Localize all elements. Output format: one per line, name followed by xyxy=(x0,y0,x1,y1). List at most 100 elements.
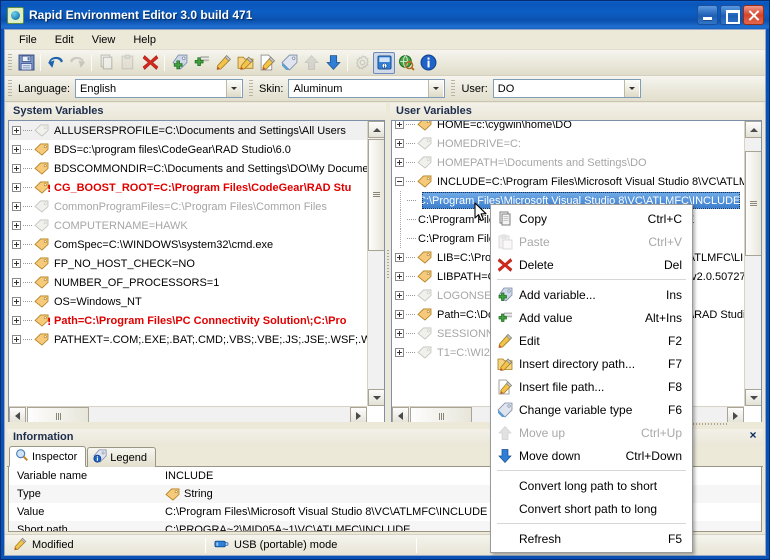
expand-icon[interactable] xyxy=(12,240,21,249)
add-value-button[interactable] xyxy=(190,52,212,74)
toggle-info-panel-button[interactable] xyxy=(373,51,395,74)
chevron-down-icon[interactable] xyxy=(623,80,639,97)
menu-help[interactable]: Help xyxy=(124,31,165,49)
table-row[interactable]: BDS=c:\program files\CodeGear\RAD Studio… xyxy=(9,140,367,159)
menu-view[interactable]: View xyxy=(83,31,125,49)
scroll-up-button[interactable] xyxy=(745,121,761,138)
change-variable-type-button[interactable] xyxy=(278,52,300,74)
move-down-button[interactable] xyxy=(322,52,344,74)
website-button[interactable] xyxy=(395,52,417,74)
table-row[interactable]: OS=Windows_NT xyxy=(9,292,367,311)
expand-icon[interactable] xyxy=(12,145,21,154)
selector-toolbar-grip[interactable] xyxy=(8,79,12,98)
expand-icon[interactable] xyxy=(12,183,21,192)
expand-icon[interactable] xyxy=(12,278,21,287)
close-icon[interactable]: × xyxy=(746,429,760,443)
expand-icon[interactable] xyxy=(395,348,404,357)
minimize-button[interactable] xyxy=(697,5,718,25)
expand-icon[interactable] xyxy=(395,329,404,338)
expand-icon[interactable] xyxy=(12,335,21,344)
language-combo[interactable]: English xyxy=(75,79,243,98)
insert-directory-path-button[interactable] xyxy=(234,52,256,74)
context-menu-item-insert-directory-path[interactable]: Insert directory path... F7 xyxy=(491,352,692,375)
title-bar[interactable]: Rapid Environment Editor 3.0 build 471 xyxy=(1,1,769,29)
context-menu-item-change-variable-type[interactable]: Change variable type F6 xyxy=(491,398,692,421)
table-row[interactable]: INCLUDE=C:\Program Files\Microsoft Visua… xyxy=(392,172,744,191)
table-row[interactable]: PATHEXT=.COM;.EXE;.BAT;.CMD;.VBS;.VBE;.J… xyxy=(9,330,367,349)
chevron-down-icon[interactable] xyxy=(428,80,444,97)
tag-orange-icon xyxy=(34,276,50,290)
tab-inspector[interactable]: Inspector xyxy=(9,446,87,467)
context-menu-item-refresh[interactable]: Refresh F5 xyxy=(491,527,692,550)
expand-icon[interactable] xyxy=(12,221,21,230)
context-menu-item-move-down[interactable]: Move down Ctrl+Down xyxy=(491,444,692,467)
context-menu[interactable]: Copy Ctrl+C Paste Ctrl+V Delete Del Add variab… xyxy=(490,204,693,553)
table-row[interactable]: ComSpec=C:\WINDOWS\system32\cmd.exe xyxy=(9,235,367,254)
add-variable-button[interactable] xyxy=(168,52,190,74)
information-value-text: C:\Program Files\Microsoft Visual Studio… xyxy=(165,506,488,518)
table-row[interactable]: BDSCOMMONDIR=C:\Documents and Settings\D… xyxy=(9,159,367,178)
table-row[interactable]: ALLUSERSPROFILE=C:\Documents and Setting… xyxy=(9,121,367,140)
scroll-down-button[interactable] xyxy=(745,389,761,406)
table-row[interactable]: HOME=c:\cygwin\home\DO xyxy=(392,121,744,134)
table-row[interactable]: Path=C:\Program Files\PC Connectivity So… xyxy=(9,311,367,330)
vscroll-thumb[interactable] xyxy=(368,139,384,251)
context-menu-item-convert-short-path-to-long[interactable]: Convert short path to long xyxy=(491,497,692,520)
context-menu-item-add-value[interactable]: Add value Alt+Ins xyxy=(491,306,692,329)
context-menu-item-convert-long-path-to-short[interactable]: Convert long path to short xyxy=(491,474,692,497)
context-menu-item-edit[interactable]: Edit F2 xyxy=(491,329,692,352)
expand-icon[interactable] xyxy=(395,272,404,281)
table-row[interactable]: CommonProgramFiles=C:\Program Files\Comm… xyxy=(9,197,367,216)
chevron-down-icon[interactable] xyxy=(226,80,241,97)
skin-toolbar-grip[interactable] xyxy=(249,79,253,98)
tag-orange-icon xyxy=(34,333,50,347)
table-row[interactable]: HOMEPATH=\Documents and Settings\DO xyxy=(392,153,744,172)
expand-icon[interactable] xyxy=(12,126,21,135)
expand-icon[interactable] xyxy=(12,202,21,211)
table-row[interactable]: FP_NO_HOST_CHECK=NO xyxy=(9,254,367,273)
table-row[interactable]: HOMEDRIVE=C: xyxy=(392,134,744,153)
user-variables-vscrollbar[interactable] xyxy=(744,121,761,406)
menu-edit[interactable]: Edit xyxy=(46,31,83,49)
collapse-icon[interactable] xyxy=(395,177,404,186)
close-button[interactable] xyxy=(743,5,764,25)
edit-button[interactable] xyxy=(212,52,234,74)
delete-button[interactable] xyxy=(139,52,161,74)
tree-connector xyxy=(23,339,32,340)
insert-file-path-button[interactable] xyxy=(256,52,278,74)
system-variables-listbox[interactable]: ALLUSERSPROFILE=C:\Documents and Setting… xyxy=(8,120,385,424)
about-button[interactable] xyxy=(417,52,439,74)
table-row[interactable]: COMPUTERNAME=HAWK xyxy=(9,216,367,235)
expand-icon[interactable] xyxy=(12,297,21,306)
expand-icon[interactable] xyxy=(12,164,21,173)
maximize-button[interactable] xyxy=(720,5,741,25)
save-button[interactable] xyxy=(15,52,37,74)
tab-legend[interactable]: Legend xyxy=(87,447,156,467)
system-variables-title: System Variables xyxy=(7,103,386,120)
skin-combo[interactable]: Aluminum xyxy=(288,79,446,98)
vscroll-thumb[interactable] xyxy=(745,151,761,256)
expand-icon[interactable] xyxy=(12,259,21,268)
system-variables-hscrollbar[interactable] xyxy=(9,406,367,423)
context-menu-item-delete[interactable]: Delete Del xyxy=(491,253,692,276)
expand-icon[interactable] xyxy=(395,121,404,129)
toolbar-grip[interactable] xyxy=(8,53,12,72)
expand-icon[interactable] xyxy=(395,158,404,167)
expand-icon[interactable] xyxy=(395,291,404,300)
expand-icon[interactable] xyxy=(12,316,21,325)
system-variables-vscrollbar[interactable] xyxy=(367,121,384,406)
context-menu-item-add-variable[interactable]: Add variable... Ins xyxy=(491,283,692,306)
scroll-down-button[interactable] xyxy=(368,389,384,406)
user-toolbar-grip[interactable] xyxy=(451,79,456,98)
expand-icon[interactable] xyxy=(395,310,404,319)
undo-button[interactable] xyxy=(44,52,66,74)
context-menu-item-insert-file-path[interactable]: Insert file path... F8 xyxy=(491,375,692,398)
expand-icon[interactable] xyxy=(395,139,404,148)
table-row[interactable]: CG_BOOST_ROOT=C:\Program Files\CodeGear\… xyxy=(9,178,367,197)
scroll-up-button[interactable] xyxy=(368,121,384,138)
menu-file[interactable]: File xyxy=(10,31,46,49)
context-menu-item-copy[interactable]: Copy Ctrl+C xyxy=(491,207,692,230)
expand-icon[interactable] xyxy=(395,253,404,262)
user-combo[interactable]: DO xyxy=(492,79,641,98)
table-row[interactable]: NUMBER_OF_PROCESSORS=1 xyxy=(9,273,367,292)
